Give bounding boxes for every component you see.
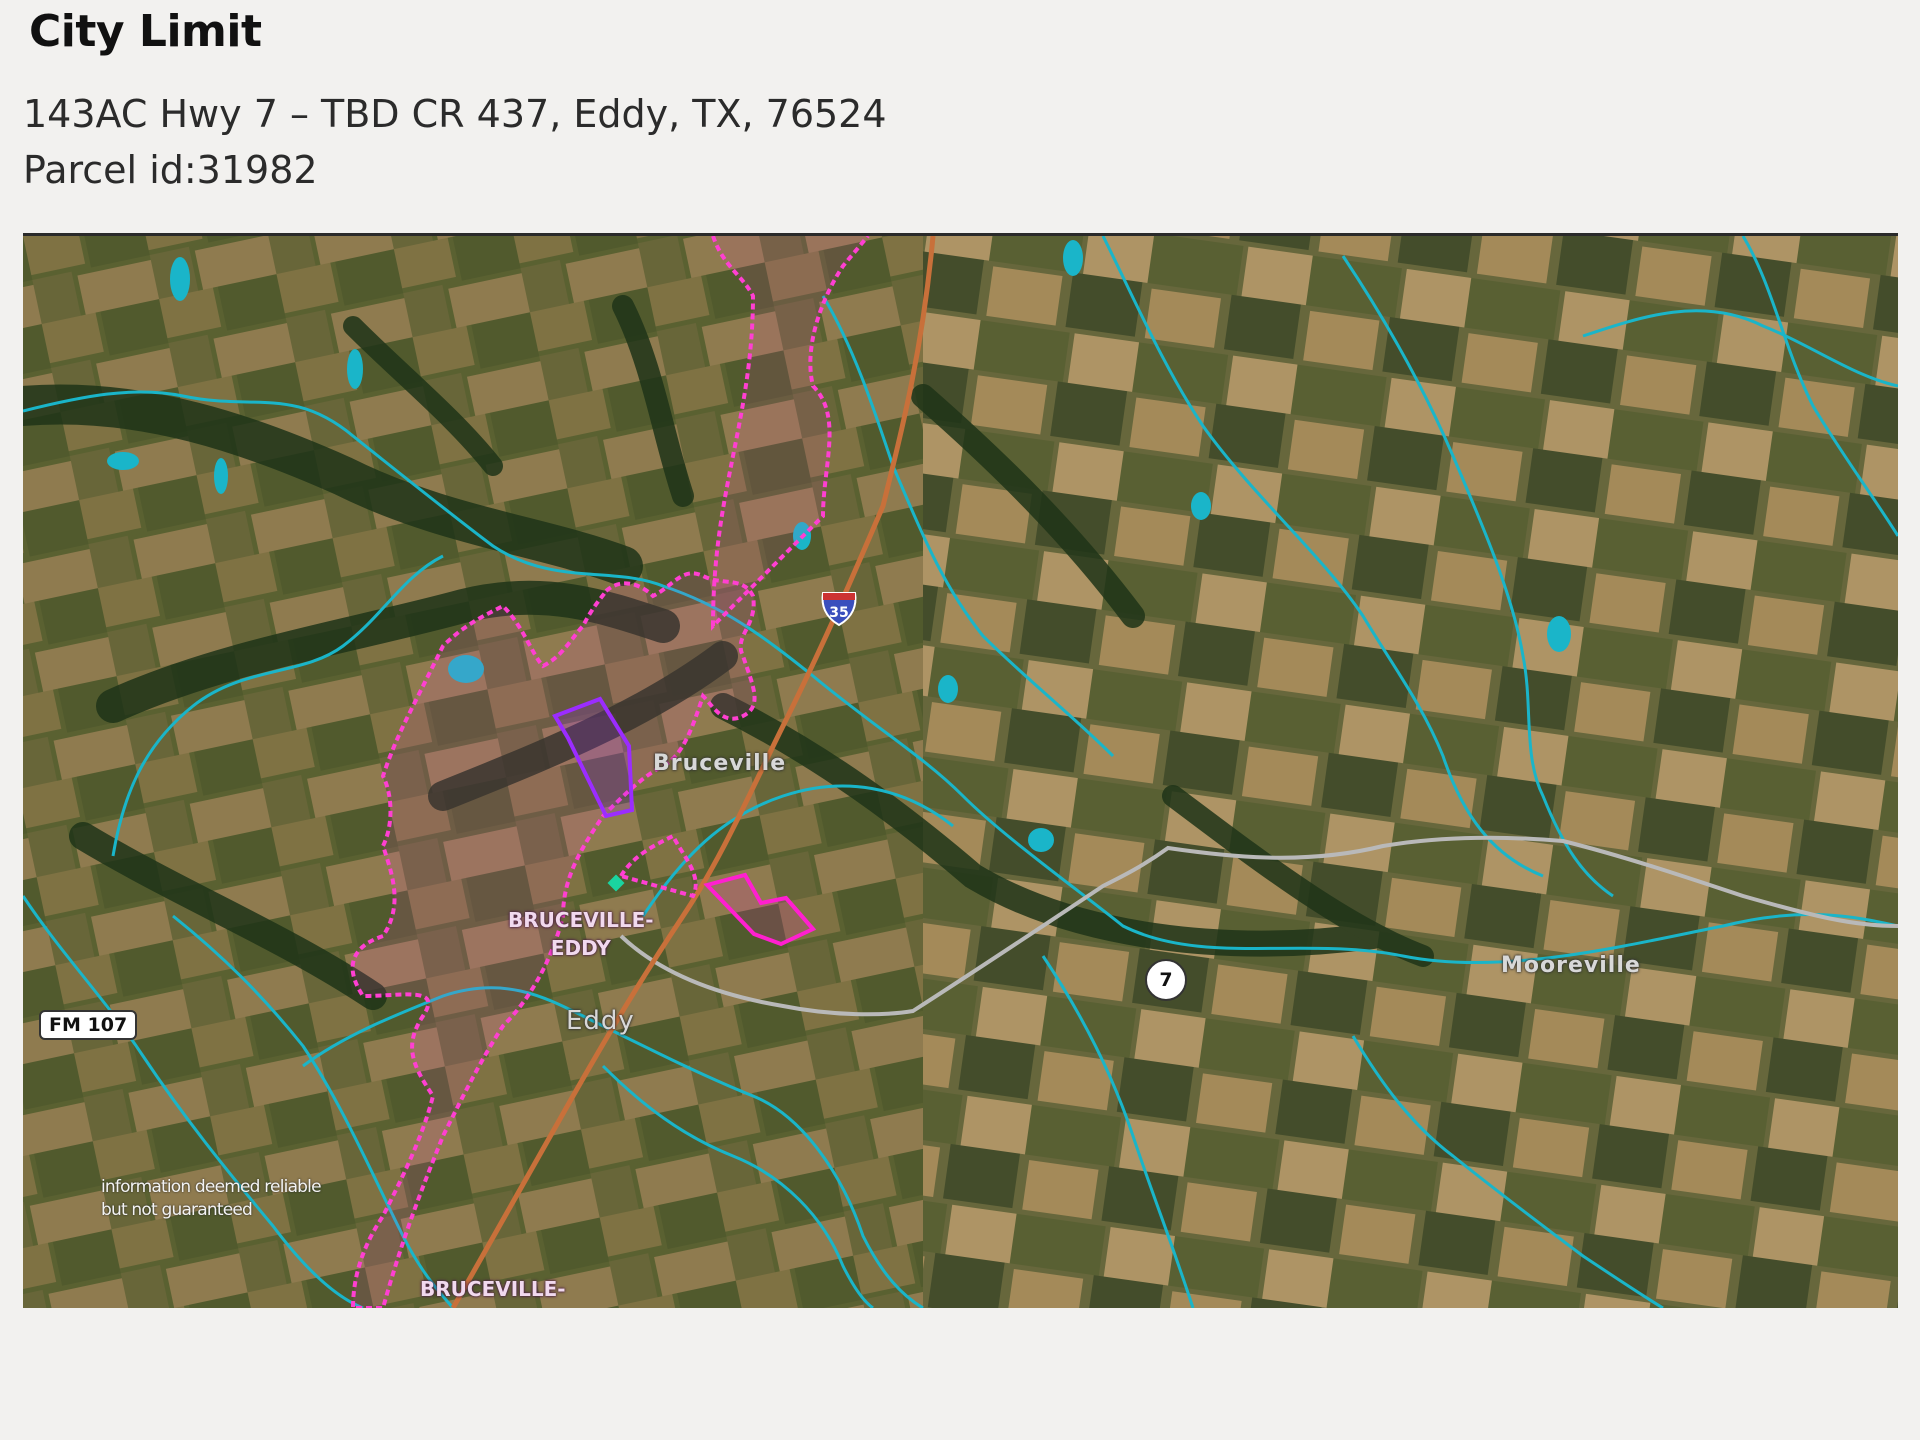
interstate-shield-icon: 35 bbox=[821, 592, 857, 627]
label-city-limit: BRUCEVILLE- EDDY bbox=[508, 906, 654, 962]
disclaimer-line1: information deemed reliable bbox=[101, 1177, 322, 1197]
parcel-id: Parcel id:31982 bbox=[23, 148, 318, 192]
disclaimer-line2: but not guaranteed bbox=[101, 1200, 253, 1220]
highway-7-number: 7 bbox=[1159, 969, 1173, 991]
interstate-number: 35 bbox=[829, 605, 848, 621]
satellite-map[interactable]: 35 7 FM 107 Bruceville Eddy Mooreville B… bbox=[23, 233, 1898, 1308]
label-eddy: Eddy bbox=[566, 1006, 635, 1036]
highway-7-shield: 7 bbox=[1145, 959, 1187, 1001]
label-mooreville: Mooreville bbox=[1501, 953, 1641, 978]
map-disclaimer: information deemed reliable but not guar… bbox=[101, 1176, 322, 1222]
map-canvas[interactable] bbox=[23, 236, 1898, 1308]
property-address: 143AC Hwy 7 – TBD CR 437, Eddy, TX, 7652… bbox=[23, 92, 887, 136]
farm-fields-east bbox=[923, 236, 1898, 1308]
page-title: City Limit bbox=[29, 6, 262, 57]
label-city-limit-line1: BRUCEVILLE- bbox=[508, 908, 654, 932]
interstate-35-shield: 35 bbox=[819, 589, 859, 627]
label-city-limit-bottom: BRUCEVILLE- bbox=[420, 1277, 566, 1301]
fm-107-label: FM 107 bbox=[49, 1014, 128, 1036]
label-bruceville: Bruceville bbox=[653, 751, 787, 776]
fm-107-shield: FM 107 bbox=[39, 1010, 138, 1040]
label-city-limit-line2: EDDY bbox=[550, 936, 611, 960]
